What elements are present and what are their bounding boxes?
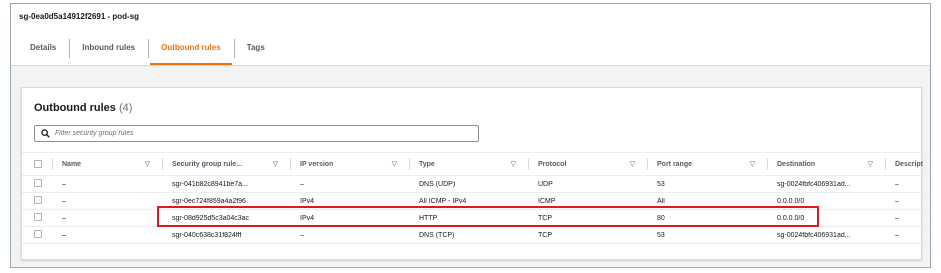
column-header-rule-id[interactable]: Security group rule... ▽ [162,152,290,176]
row-select-cell [22,179,52,189]
row-select-cell [22,213,52,223]
sort-caret-icon[interactable]: ▽ [392,160,397,168]
row-checkbox[interactable] [34,213,42,221]
column-label: Port range [657,160,693,168]
column-label: Destination [777,160,816,168]
cell-description: – [895,231,899,239]
cell-destination: sg-0024fbfc406931ad... [777,231,851,239]
tab-tags[interactable]: Tags [233,34,278,66]
column-label: IP version [300,160,334,168]
table-row[interactable]: – sgr-040c638c31f824fff – DNS (TCP) TCP … [22,227,930,244]
cell-name: – [62,197,66,205]
cell-port-range: 53 [657,231,665,239]
outbound-rules-panel: Outbound rules (4) Name ▽ Security group [21,87,930,260]
row-select-cell [22,230,52,240]
column-header-ip-version[interactable]: IP version ▽ [290,152,409,176]
sort-caret-icon[interactable]: ▽ [630,160,635,168]
cell-rule-id: sgr-0ec724f859a4a2f96 [172,197,246,205]
table-row[interactable]: – sgr-041b82c8941be7a... – DNS (UDP) UDP… [22,176,930,193]
cell-description: – [895,180,899,188]
cell-protocol: UDP [538,180,553,188]
column-header-description[interactable]: Descript [885,152,930,176]
sort-caret-icon[interactable]: ▽ [511,160,516,168]
filter-field[interactable] [34,125,479,142]
page-header: sg-0ea0d5a14912f2691 - pod-sg Details In… [11,4,930,66]
cell-name: – [62,180,66,188]
filter-input[interactable] [55,130,455,137]
cell-ip-version: – [300,180,304,188]
cell-rule-id: sgr-040c638c31f824fff [172,231,242,239]
row-checkbox[interactable] [34,196,42,204]
column-header-protocol[interactable]: Protocol ▽ [528,152,647,176]
cell-type: DNS (UDP) [419,180,456,188]
column-label: Type [419,160,435,168]
panel-title-text: Outbound rules [34,102,116,114]
page-title: sg-0ea0d5a14912f2691 - pod-sg [19,12,140,21]
column-label: Name [62,160,82,168]
column-label: Descript [895,160,924,168]
highlight-annotation-box [157,206,819,227]
tab-details[interactable]: Details [17,34,69,66]
sort-caret-icon[interactable]: ▽ [145,160,150,168]
search-icon [41,129,50,138]
cell-port-range: 53 [657,180,665,188]
cell-ip-version: – [300,231,304,239]
sort-caret-icon[interactable]: ▽ [750,160,755,168]
rules-table: Name ▽ Security group rule... ▽ IP versi… [22,152,930,244]
row-select-cell [22,196,52,206]
cell-destination: sg-0024fbfc406931ad... [777,180,851,188]
tab-bar: Details Inbound rules Outbound rules Tag… [17,34,278,66]
column-header-destination[interactable]: Destination ▽ [767,152,885,176]
cell-type: All ICMP - IPv4 [419,197,467,205]
cell-name: – [62,231,66,239]
column-label: Protocol [538,160,567,168]
cell-destination: 0.0.0.0/0 [777,197,805,205]
select-all-checkbox[interactable] [34,160,42,168]
column-header-type[interactable]: Type ▽ [409,152,528,176]
cell-port-range: All [657,197,665,205]
cell-name: – [62,214,66,222]
cell-type: DNS (TCP) [419,231,455,239]
column-header-port-range[interactable]: Port range ▽ [647,152,767,176]
tab-outbound-rules[interactable]: Outbound rules [148,34,234,66]
cell-rule-id: sgr-041b82c8941be7a... [172,180,248,188]
select-all-cell [22,152,52,176]
cell-protocol: TCP [538,231,552,239]
column-header-name[interactable]: Name ▽ [52,152,162,176]
row-checkbox[interactable] [34,179,42,187]
rule-count: (4) [118,102,133,114]
cell-description: – [895,214,899,222]
cell-protocol: ICMP [538,197,556,205]
cell-description: – [895,197,899,205]
cell-ip-version: IPv4 [300,197,315,205]
row-checkbox[interactable] [34,230,42,238]
panel-title: Outbound rules (4) [34,102,132,114]
sort-caret-icon[interactable]: ▽ [273,160,278,168]
table-header: Name ▽ Security group rule... ▽ IP versi… [22,152,930,176]
column-label: Security group rule... [172,160,243,168]
tab-inbound-rules[interactable]: Inbound rules [69,34,148,66]
sort-caret-icon[interactable]: ▽ [868,160,873,168]
security-group-window: sg-0ea0d5a14912f2691 - pod-sg Details In… [10,3,931,268]
